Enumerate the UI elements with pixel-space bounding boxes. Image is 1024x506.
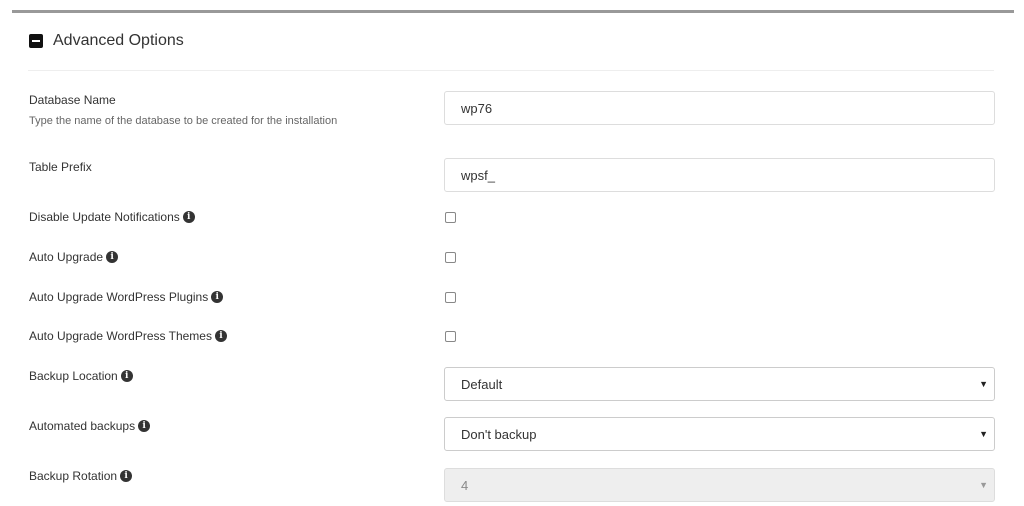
automated-backups-value: Don't backup xyxy=(461,426,537,442)
advanced-options-panel: Advanced Options Database Name Type the … xyxy=(12,13,1014,506)
row-auto-upgrade-plugins: Auto Upgrade WordPress Plugins i xyxy=(29,290,995,306)
row-auto-upgrade-themes: Auto Upgrade WordPress Themes i xyxy=(29,329,995,345)
info-icon[interactable]: i xyxy=(120,470,133,482)
info-icon[interactable]: i xyxy=(120,370,133,382)
chevron-down-icon: ▼ xyxy=(979,429,988,439)
auto-upgrade-plugins-label: Auto Upgrade WordPress Plugins i xyxy=(29,290,224,304)
backup-location-select[interactable]: Default ▼ xyxy=(444,367,995,401)
section-title: Advanced Options xyxy=(53,32,184,49)
disable-update-notifications-label: Disable Update Notifications i xyxy=(29,210,195,224)
automated-backups-select[interactable]: Don't backup ▼ xyxy=(444,417,995,451)
auto-upgrade-label: Auto Upgrade i xyxy=(29,250,119,264)
database-name-hint: Type the name of the database to be crea… xyxy=(29,115,338,127)
backup-location-value: Default xyxy=(461,376,503,392)
auto-upgrade-themes-checkbox[interactable] xyxy=(445,331,456,342)
section-header[interactable]: Advanced Options xyxy=(29,29,184,53)
info-icon[interactable]: i xyxy=(211,291,224,303)
row-disable-update-notifications: Disable Update Notifications i xyxy=(29,210,995,226)
backup-rotation-label: Backup Rotation i xyxy=(29,469,133,483)
info-icon[interactable]: i xyxy=(106,251,119,263)
info-icon[interactable]: i xyxy=(182,211,195,223)
automated-backups-label: Automated backups i xyxy=(29,419,151,433)
row-table-prefix: Table Prefix wpsf_ xyxy=(29,158,995,194)
info-icon[interactable]: i xyxy=(214,330,227,342)
row-automated-backups: Automated backups i Don't backup ▼ xyxy=(29,417,995,453)
row-database-name: Database Name Type the name of the datab… xyxy=(29,91,995,133)
auto-upgrade-plugins-checkbox[interactable] xyxy=(445,292,456,303)
info-icon[interactable]: i xyxy=(138,420,151,432)
section-divider xyxy=(28,70,994,71)
chevron-down-icon: ▼ xyxy=(979,379,988,389)
minus-square-icon[interactable] xyxy=(29,34,43,48)
chevron-down-icon: ▼ xyxy=(979,480,988,490)
backup-location-label: Backup Location i xyxy=(29,369,133,383)
table-prefix-label: Table Prefix xyxy=(29,160,92,174)
row-auto-upgrade: Auto Upgrade i xyxy=(29,250,995,266)
row-backup-rotation: Backup Rotation i 4 ▼ xyxy=(29,468,995,503)
backup-rotation-select[interactable]: 4 ▼ xyxy=(444,468,995,502)
row-backup-location: Backup Location i Default ▼ xyxy=(29,367,995,403)
table-prefix-input[interactable]: wpsf_ xyxy=(444,158,995,192)
disable-update-notifications-checkbox[interactable] xyxy=(445,212,456,223)
backup-rotation-value: 4 xyxy=(461,477,469,493)
database-name-input[interactable]: wp76 xyxy=(444,91,995,125)
database-name-label: Database Name xyxy=(29,93,116,107)
auto-upgrade-themes-label: Auto Upgrade WordPress Themes i xyxy=(29,329,227,343)
auto-upgrade-checkbox[interactable] xyxy=(445,252,456,263)
